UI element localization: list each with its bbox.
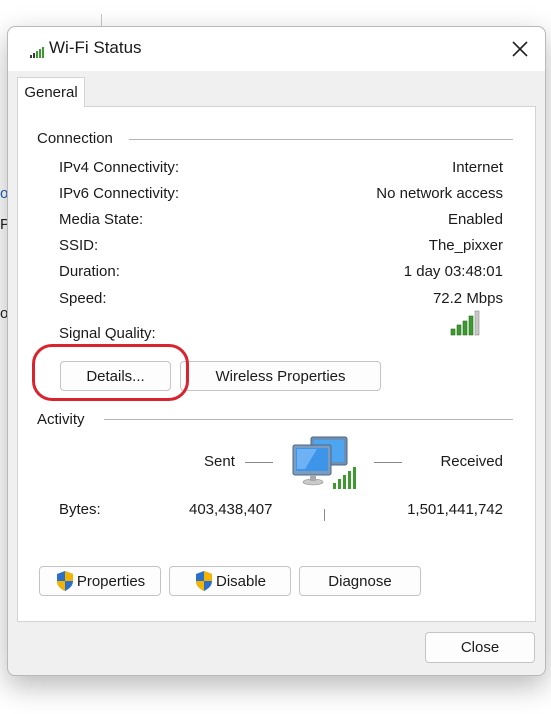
ipv6-connectivity-value: No network access [376, 185, 503, 202]
window-title: Wi-Fi Status [49, 38, 142, 57]
close-button[interactable]: Close [425, 632, 535, 663]
activity-heading: Activity [37, 411, 85, 428]
signal-quality-icon [450, 310, 480, 336]
connection-divider [129, 139, 513, 140]
close-icon [512, 41, 528, 57]
ssid-label: SSID: [59, 237, 99, 254]
speed-label: Speed: [59, 290, 107, 307]
properties-button-label: Properties [76, 572, 146, 590]
details-highlight-annotation [32, 344, 189, 401]
duration-value: 1 day 03:48:01 [403, 263, 503, 280]
ipv6-connectivity-label: IPv6 Connectivity: [59, 185, 180, 202]
activity-divider [104, 419, 513, 420]
media-state-value: Enabled [447, 211, 503, 228]
shield-icon [56, 571, 73, 591]
wifi-signal-icon [30, 47, 44, 58]
ssid-value: The_pixxer [428, 237, 503, 254]
wireless-properties-button[interactable]: Wireless Properties [180, 361, 381, 391]
general-tab-panel: Connection IPv4 Connectivity: Internet I… [17, 106, 536, 622]
bytes-separator [324, 509, 325, 521]
disable-button-label: Disable [215, 572, 267, 590]
bytes-received-value: 1,501,441,742 [407, 501, 503, 518]
diagnose-button[interactable]: Diagnose [299, 566, 421, 596]
ipv4-connectivity-label: IPv4 Connectivity: [59, 159, 180, 176]
bytes-sent-value: 403,438,407 [189, 501, 273, 518]
received-connector-line [374, 462, 402, 463]
tab-general[interactable]: General [17, 77, 85, 107]
title-bar: Wi-Fi Status [8, 27, 545, 71]
received-label: Received [440, 453, 503, 470]
speed-value: 72.2 Mbps [432, 290, 503, 307]
ipv4-connectivity-value: Internet [452, 159, 503, 176]
properties-button[interactable]: Properties [39, 566, 161, 596]
close-window-button[interactable] [503, 34, 537, 64]
sent-label: Sent [204, 453, 235, 470]
shield-icon [195, 571, 212, 591]
sent-connector-line [245, 462, 273, 463]
signal-quality-label: Signal Quality: [59, 325, 156, 342]
disable-button[interactable]: Disable [169, 566, 291, 596]
bytes-label: Bytes: [59, 501, 101, 518]
wifi-status-dialog: Wi-Fi Status General Connection IPv4 Con… [7, 26, 546, 676]
duration-label: Duration: [59, 263, 120, 280]
connection-heading: Connection [37, 130, 113, 147]
media-state-label: Media State: [59, 211, 144, 228]
network-computers-icon [292, 436, 356, 489]
